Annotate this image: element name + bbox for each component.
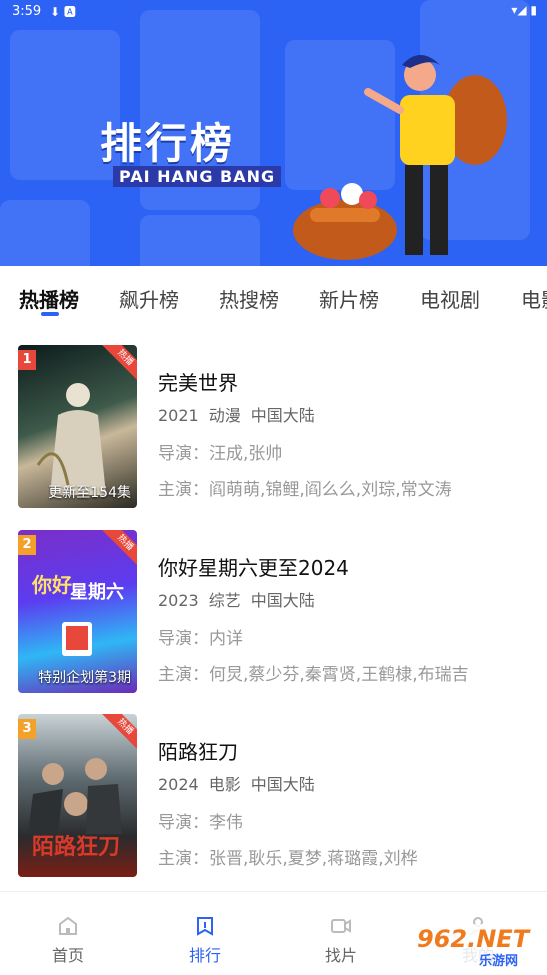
item-year: 2021 <box>158 406 199 425</box>
item-cast: 主演：何炅,蔡少芬,秦霄贤,王鹤棣,布瑞吉 <box>158 665 469 685</box>
item-director: 导演：李伟 <box>158 813 243 833</box>
item-meta: 2023 综艺 中国大陆 <box>158 587 469 611</box>
ranking-tabs: 热播榜 飙升榜 热搜榜 新片榜 电视剧 电影 <box>0 266 547 322</box>
active-tab-indicator <box>41 312 59 316</box>
nav-home[interactable]: 首页 <box>18 892 118 975</box>
status-bar: 3:59 ⬇ 🅰 ▾◢ ▮ <box>0 0 547 24</box>
site-watermark: 962.NET 乐游网 <box>409 924 541 969</box>
svg-text:星期六: 星期六 <box>70 581 124 603</box>
rank-badge: 2 <box>18 535 36 555</box>
status-notification-icons: ⬇ 🅰 <box>50 5 76 19</box>
item-cast: 主演：张晋,耿乐,夏梦,蒋璐霞,刘桦 <box>158 849 418 869</box>
tab-hot-search[interactable]: 热搜榜 <box>219 284 279 313</box>
item-genre: 动漫 <box>208 406 241 425</box>
nav-find-video-label: 找片 <box>324 946 357 965</box>
list-item[interactable]: 陌路狂刀 3 热播 陌路狂刀 2024 电影 中国大陆 导演：李伟 主演：张晋,耿乐… <box>0 699 547 877</box>
item-region: 中国大陆 <box>250 406 315 425</box>
tab-rising[interactable]: 飙升榜 <box>119 284 179 313</box>
nav-home-label: 首页 <box>51 946 84 965</box>
status-time: 3:59 <box>12 4 42 19</box>
poster-image[interactable]: 陌路狂刀 3 热播 <box>18 714 137 877</box>
nav-ranking-label: 排行 <box>188 946 221 965</box>
tab-new-release[interactable]: 新片榜 <box>319 284 379 313</box>
status-signal-battery-icons: ▾◢ ▮ <box>511 3 537 17</box>
poster-image[interactable]: 你好 星期六 2 热播 特别企划第3期 <box>18 530 137 693</box>
item-director: 导演：内详 <box>158 629 243 649</box>
item-region: 中国大陆 <box>250 775 315 794</box>
banner-subtitle: PAI HANG BANG <box>113 166 282 187</box>
list-item[interactable]: 你好 星期六 2 热播 特别企划第3期 你好星期六更至2024 2023 综艺 中国… <box>0 515 547 693</box>
ranking-icon <box>197 917 213 936</box>
episode-caption: 特别企划第3期 <box>38 670 131 686</box>
svg-text:你好: 你好 <box>31 573 72 597</box>
item-meta: 2024 电影 中国大陆 <box>158 771 418 795</box>
nav-find-video[interactable]: 找片 <box>291 892 391 975</box>
item-title[interactable]: 你好星期六更至2024 <box>158 552 469 581</box>
item-meta: 2021 动漫 中国大陆 <box>158 402 452 426</box>
nav-ranking[interactable]: 排行 <box>155 892 255 975</box>
item-genre: 电影 <box>208 775 241 794</box>
ranking-banner: 排行榜 PAI HANG BANG <box>0 0 547 266</box>
poster-image[interactable]: 1 热播 更新至154集 <box>18 345 137 508</box>
tab-tv-series[interactable]: 电视剧 <box>420 284 480 313</box>
item-cast: 主演：阎萌萌,锦鲤,阎么么,刘琮,常文涛 <box>158 480 452 500</box>
list-item[interactable]: 1 热播 更新至154集 完美世界 2021 动漫 中国大陆 导演：汪成,张帅 主演… <box>0 330 547 508</box>
tab-hot-play[interactable]: 热播榜 <box>19 284 79 313</box>
svg-text:陌路狂刀: 陌路狂刀 <box>32 834 120 860</box>
item-year: 2024 <box>158 775 199 794</box>
banner-title: 排行榜 <box>100 119 236 168</box>
watermark-main: 962.NET <box>417 925 530 953</box>
item-title[interactable]: 陌路狂刀 <box>158 736 418 765</box>
tab-movie[interactable]: 电影 <box>521 284 547 313</box>
item-director: 导演：汪成,张帅 <box>158 444 283 464</box>
rank-badge: 1 <box>18 350 36 370</box>
item-genre: 综艺 <box>208 591 241 610</box>
home-icon <box>59 916 77 935</box>
video-icon <box>331 919 351 933</box>
item-title[interactable]: 完美世界 <box>158 367 452 396</box>
episode-caption: 更新至154集 <box>48 485 131 501</box>
rank-badge: 3 <box>18 719 36 739</box>
item-year: 2023 <box>158 591 199 610</box>
banner-illustration <box>293 55 507 260</box>
watermark-sub: 乐游网 <box>479 954 519 969</box>
item-region: 中国大陆 <box>250 591 315 610</box>
